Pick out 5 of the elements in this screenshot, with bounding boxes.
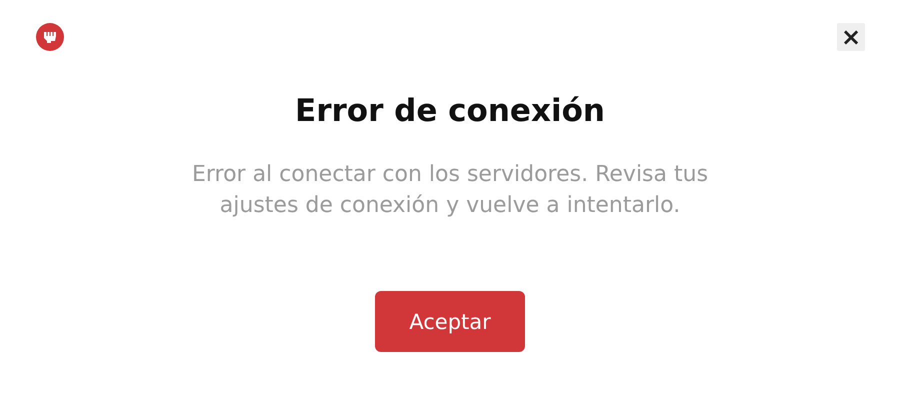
dialog-title: Error de conexión <box>295 92 605 131</box>
error-message: Error al conectar con los servidores. Revisa tus ajustes de conexión y vuelve a intentarlo. <box>190 161 710 220</box>
accept-button[interactable]: Aceptar <box>375 291 525 352</box>
close-button[interactable]: × <box>837 23 865 51</box>
fist-logo-icon <box>36 23 64 51</box>
